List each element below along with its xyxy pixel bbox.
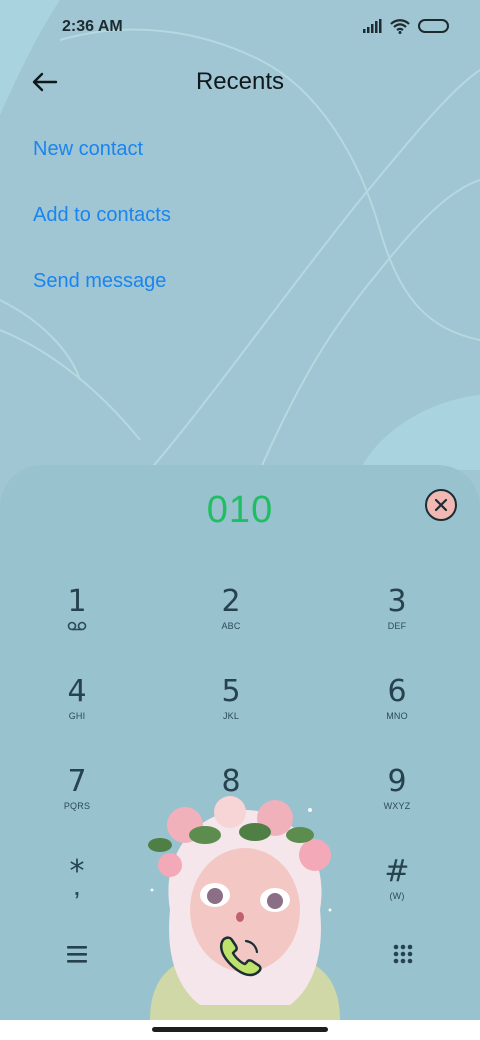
key-digit: 3 xyxy=(387,584,407,619)
key-6[interactable]: 6 MNO xyxy=(337,660,457,740)
key-letters: PQRS xyxy=(63,801,91,811)
key-letters: DEF xyxy=(387,621,407,631)
key-3[interactable]: 3 DEF xyxy=(337,570,457,650)
status-time: 2:36 AM xyxy=(62,18,123,35)
page-title: Recents xyxy=(195,68,285,95)
app-bar: Recents xyxy=(0,56,480,108)
key-1[interactable]: 1 xyxy=(17,570,137,650)
new-contact-link[interactable]: New contact xyxy=(33,138,143,161)
key-7[interactable]: 7 PQRS xyxy=(17,750,137,830)
key-4[interactable]: 4 GHI xyxy=(17,660,137,740)
menu-icon[interactable] xyxy=(66,944,88,964)
key-letters: ABC xyxy=(221,621,241,631)
voicemail-icon xyxy=(67,621,87,631)
keypad-icon[interactable] xyxy=(393,944,413,964)
key-letters: JKL xyxy=(222,711,240,721)
key-2[interactable]: 2 ABC xyxy=(171,570,291,650)
signal-icon xyxy=(363,19,382,33)
key-9[interactable]: 9 WXYZ xyxy=(337,750,457,830)
key-digit: 9 xyxy=(387,764,407,799)
key-digit: # xyxy=(384,854,410,889)
key-digit: 5 xyxy=(221,674,241,709)
key-5[interactable]: 5 JKL xyxy=(171,660,291,740)
key-star[interactable]: * , xyxy=(17,840,137,920)
send-message-link[interactable]: Send message xyxy=(33,270,166,293)
avatar-illustration xyxy=(148,796,340,1020)
status-bar: 2:36 AM xyxy=(0,0,480,56)
key-digit: 1 xyxy=(67,584,87,619)
add-to-contacts-link[interactable]: Add to contacts xyxy=(33,204,171,227)
key-digit: 2 xyxy=(221,584,241,619)
wifi-icon xyxy=(390,19,410,34)
key-letters: (W) xyxy=(389,891,405,901)
key-letters: GHI xyxy=(68,711,86,721)
clear-icon xyxy=(434,498,448,512)
key-letters: MNO xyxy=(386,711,408,721)
key-digit: 4 xyxy=(67,674,87,709)
key-letters: , xyxy=(74,878,80,900)
call-icon[interactable] xyxy=(216,933,264,979)
key-letters: WXYZ xyxy=(383,801,411,811)
key-digit: 7 xyxy=(67,764,87,799)
clear-button[interactable] xyxy=(425,489,457,521)
status-icons xyxy=(362,18,450,34)
home-indicator[interactable] xyxy=(152,1027,328,1032)
dialed-number: 010 xyxy=(206,489,274,531)
key-digit: 6 xyxy=(387,674,407,709)
battery-icon xyxy=(418,19,449,33)
key-hash[interactable]: # (W) xyxy=(337,840,457,920)
dialer-screen: 2:36 AM Recents New contact Add to conta… xyxy=(0,0,480,1040)
